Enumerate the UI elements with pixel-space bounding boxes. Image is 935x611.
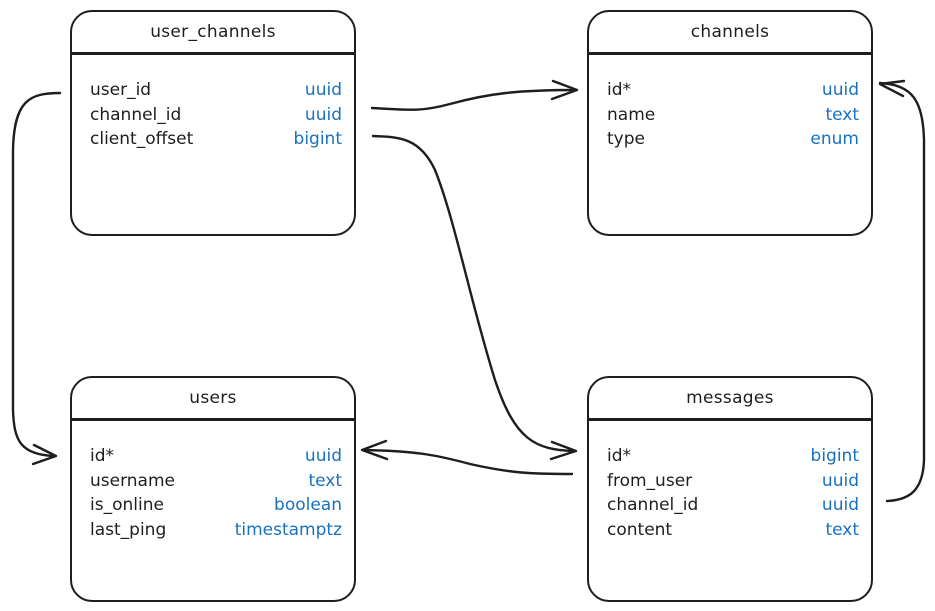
field-list: id* uuid name text type enum — [607, 78, 859, 152]
field-row[interactable]: channel_id uuid — [90, 103, 342, 128]
field-row[interactable]: content text — [607, 518, 859, 543]
table-user-channels[interactable]: user_channels user_id uuid channel_id uu… — [70, 10, 356, 236]
arrow-user-channels-user-id-to-users-id[interactable] — [11, 91, 62, 466]
field-name: client_offset — [90, 129, 194, 149]
arrow-line — [370, 88, 578, 111]
table-title: channels — [690, 22, 770, 42]
field-name: channel_id — [607, 495, 699, 515]
arrow-line — [11, 91, 62, 458]
table-title: users — [189, 388, 237, 408]
arrow-line — [371, 134, 577, 453]
field-row[interactable]: id* bigint — [607, 444, 859, 469]
field-name: content — [607, 519, 673, 540]
field-type: enum — [810, 129, 859, 149]
field-type: text — [825, 104, 859, 125]
field-type: text — [308, 470, 342, 491]
field-name: is_online — [90, 495, 164, 515]
field-row[interactable]: last_ping timestamptz — [90, 518, 342, 543]
field-type: text — [825, 519, 859, 540]
field-name: type — [607, 129, 645, 149]
field-row[interactable]: id* uuid — [607, 78, 859, 103]
field-row[interactable]: user_id uuid — [90, 78, 342, 103]
arrowhead-icon — [31, 443, 58, 466]
field-type: uuid — [821, 80, 859, 100]
field-type: uuid — [304, 80, 342, 100]
arrowhead-icon — [549, 440, 578, 461]
arrow-user-channels-client-offset-to-messages-id[interactable] — [371, 134, 578, 461]
arrow-line — [878, 81, 926, 503]
table-title: user_channels — [150, 22, 276, 42]
field-list: user_id uuid channel_id uuid client_offs… — [90, 78, 342, 152]
arrow-messages-channel-id-to-channels-id[interactable] — [878, 79, 926, 503]
field-row[interactable]: from_user uuid — [607, 469, 859, 494]
field-type: timestamptz — [234, 519, 342, 540]
arrowhead-icon — [878, 79, 906, 98]
field-list: id* uuid username text is_online boolean… — [90, 444, 342, 542]
field-type: bigint — [293, 129, 342, 149]
table-channels[interactable]: channels id* uuid name text type enum — [587, 10, 873, 236]
field-row[interactable]: is_online boolean — [90, 493, 342, 518]
field-row[interactable]: id* uuid — [90, 444, 342, 469]
arrow-messages-from-user-to-users-id[interactable] — [360, 439, 574, 476]
field-type: uuid — [304, 104, 342, 125]
field-row[interactable]: channel_id uuid — [607, 493, 859, 518]
field-name: id* — [607, 446, 632, 466]
field-name: last_ping — [90, 519, 167, 540]
field-row[interactable]: username text — [90, 469, 342, 494]
arrow-line — [361, 448, 574, 476]
field-name: channel_id — [90, 104, 182, 125]
field-name: name — [607, 104, 656, 125]
field-type: boolean — [274, 495, 342, 515]
field-type: bigint — [810, 446, 859, 466]
field-name: id* — [90, 446, 115, 466]
header-divider — [71, 52, 355, 55]
field-name: id* — [607, 80, 632, 100]
field-name: user_id — [90, 80, 152, 100]
arrowhead-icon — [360, 439, 389, 461]
header-divider — [71, 418, 355, 421]
field-row[interactable]: client_offset bigint — [90, 127, 342, 152]
field-type: uuid — [821, 495, 859, 515]
field-type: uuid — [821, 470, 859, 491]
field-list: id* bigint from_user uuid channel_id uui… — [607, 444, 859, 542]
arrow-user-channels-channel-id-to-channels-id[interactable] — [370, 79, 579, 111]
table-messages[interactable]: messages id* bigint from_user uuid chann… — [587, 376, 873, 602]
field-type: uuid — [304, 446, 342, 466]
diagram-canvas: user_channels user_id uuid channel_id uu… — [0, 0, 935, 611]
field-row[interactable]: name text — [607, 103, 859, 128]
header-divider — [588, 52, 872, 55]
header-divider — [588, 418, 872, 421]
table-title: messages — [686, 388, 774, 408]
field-row[interactable]: type enum — [607, 127, 859, 152]
arrowhead-icon — [550, 79, 579, 101]
field-name: from_user — [607, 470, 693, 491]
field-name: username — [90, 470, 175, 491]
table-users[interactable]: users id* uuid username text is_online b… — [70, 376, 356, 602]
